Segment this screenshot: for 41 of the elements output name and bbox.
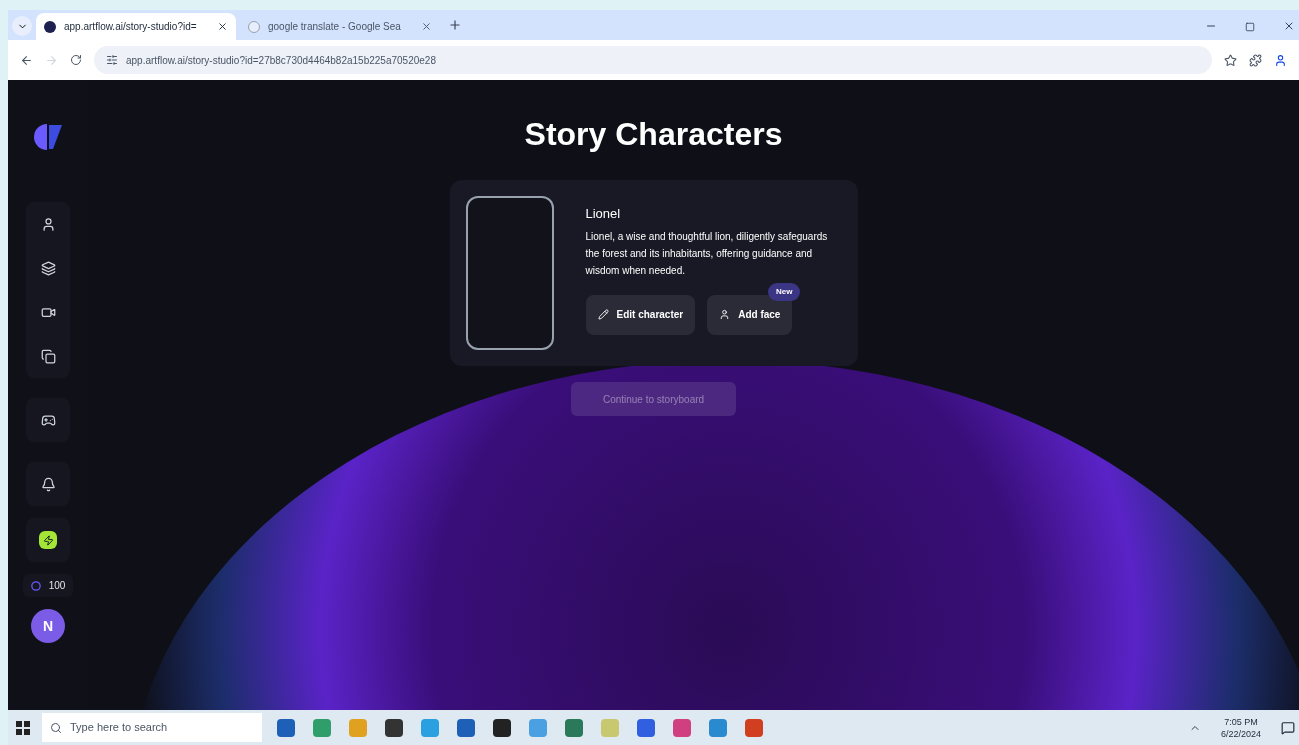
tab-title: google translate - Google Sea xyxy=(268,20,402,34)
page-title: Story Characters xyxy=(524,115,783,154)
edit-character-button[interactable]: Edit character xyxy=(585,294,696,335)
address-field[interactable]: app.artflow.ai/story-studio?id=27b8c730d4464b82a15b225a70520e28 xyxy=(94,46,1212,74)
logo-icon xyxy=(31,122,65,152)
coin-icon xyxy=(30,580,41,591)
site-settings-icon[interactable] xyxy=(106,54,118,66)
site-icon xyxy=(248,20,260,33)
notifications-icon[interactable] xyxy=(1281,720,1295,735)
pencil-icon xyxy=(597,309,609,320)
close-icon[interactable] xyxy=(421,21,432,32)
search-placeholder: Type here to search xyxy=(70,720,168,736)
profile-icon[interactable] xyxy=(1274,53,1287,67)
bookmark-icon[interactable] xyxy=(1224,53,1237,67)
tab-title: app.artflow.ai/story-studio?id= xyxy=(64,20,198,34)
back-icon[interactable] xyxy=(20,53,33,67)
browser-tab[interactable]: app.artflow.ai/story-studio?id= xyxy=(36,13,236,40)
close-icon[interactable] xyxy=(1283,20,1295,32)
character-description: Lionel, a wise and thoughtful lion, diligently safeguards the forest and its inhabitants, offering guidance and wisdom when needed. xyxy=(585,229,829,278)
reload-icon[interactable] xyxy=(70,54,82,66)
clock-time: 7:05 PM xyxy=(1224,715,1258,728)
new-tab-icon[interactable] xyxy=(448,18,462,32)
add-face-button[interactable]: Add face xyxy=(707,294,793,335)
url-text: app.artflow.ai/story-studio?id=27b8c730d4464b82a15b225a70520e28 xyxy=(126,53,436,68)
avatar[interactable]: N xyxy=(31,609,65,643)
new-badge: New xyxy=(768,282,801,301)
character-name: Lionel xyxy=(585,205,622,223)
taskbar-search-field[interactable]: Type here to search xyxy=(42,713,262,742)
site-icon xyxy=(44,20,56,33)
bolt-icon xyxy=(42,534,54,546)
credits-count: 100 xyxy=(48,579,66,593)
start-icon[interactable] xyxy=(16,720,30,735)
maximize-icon[interactable] xyxy=(1245,22,1255,32)
browser-tab[interactable]: google translate - Google Sea xyxy=(240,13,440,40)
extensions-icon[interactable] xyxy=(1249,53,1262,67)
app-icon[interactable] xyxy=(493,718,511,737)
person-icon xyxy=(719,309,731,320)
app-icon[interactable] xyxy=(385,718,403,737)
clock-date: 6/22/2024 xyxy=(1220,727,1261,740)
close-icon[interactable] xyxy=(217,21,228,32)
search-icon xyxy=(50,721,62,734)
